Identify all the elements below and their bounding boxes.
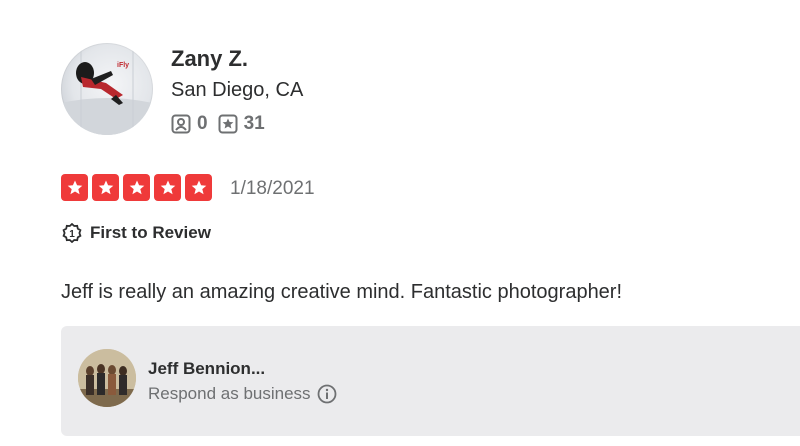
svg-text:1: 1 xyxy=(69,229,75,240)
friends-count: 0 xyxy=(197,113,208,134)
star-rating xyxy=(61,174,216,201)
reviewer-avatar[interactable]: iFly xyxy=(61,43,153,135)
star-icon xyxy=(92,174,119,201)
reviewer-location: San Diego, CA xyxy=(171,79,304,101)
badge-label: First to Review xyxy=(90,223,211,242)
reviews-stat: 31 xyxy=(218,112,265,136)
respond-as-business-link[interactable]: Respond as business xyxy=(148,383,337,405)
review-star-icon xyxy=(218,114,238,134)
star-icon xyxy=(123,174,150,201)
review-text: Jeff is really an amazing creative mind.… xyxy=(61,281,623,303)
reviewer-name[interactable]: Zany Z. xyxy=(171,44,248,74)
svg-text:iFly: iFly xyxy=(117,62,129,69)
first-to-review-badge: 1 First to Review xyxy=(62,221,211,245)
reviewer-stats: 0 31 xyxy=(171,112,275,136)
info-icon[interactable] xyxy=(317,384,337,404)
reviews-count: 31 xyxy=(243,113,265,134)
star-icon xyxy=(185,174,212,201)
business-response-panel: Jeff Bennion... Respond as business xyxy=(61,326,800,436)
respond-as-business-label[interactable]: Respond as business xyxy=(148,383,311,405)
business-owner-name[interactable]: Jeff Bennion... xyxy=(148,358,265,380)
friends-stat: 0 xyxy=(171,112,208,136)
first-to-review-badge-icon: 1 xyxy=(62,222,82,244)
review-date: 1/18/2021 xyxy=(230,178,315,199)
star-icon xyxy=(154,174,181,201)
business-owner-avatar[interactable] xyxy=(78,349,136,407)
friends-icon xyxy=(171,114,191,134)
star-icon xyxy=(61,174,88,201)
